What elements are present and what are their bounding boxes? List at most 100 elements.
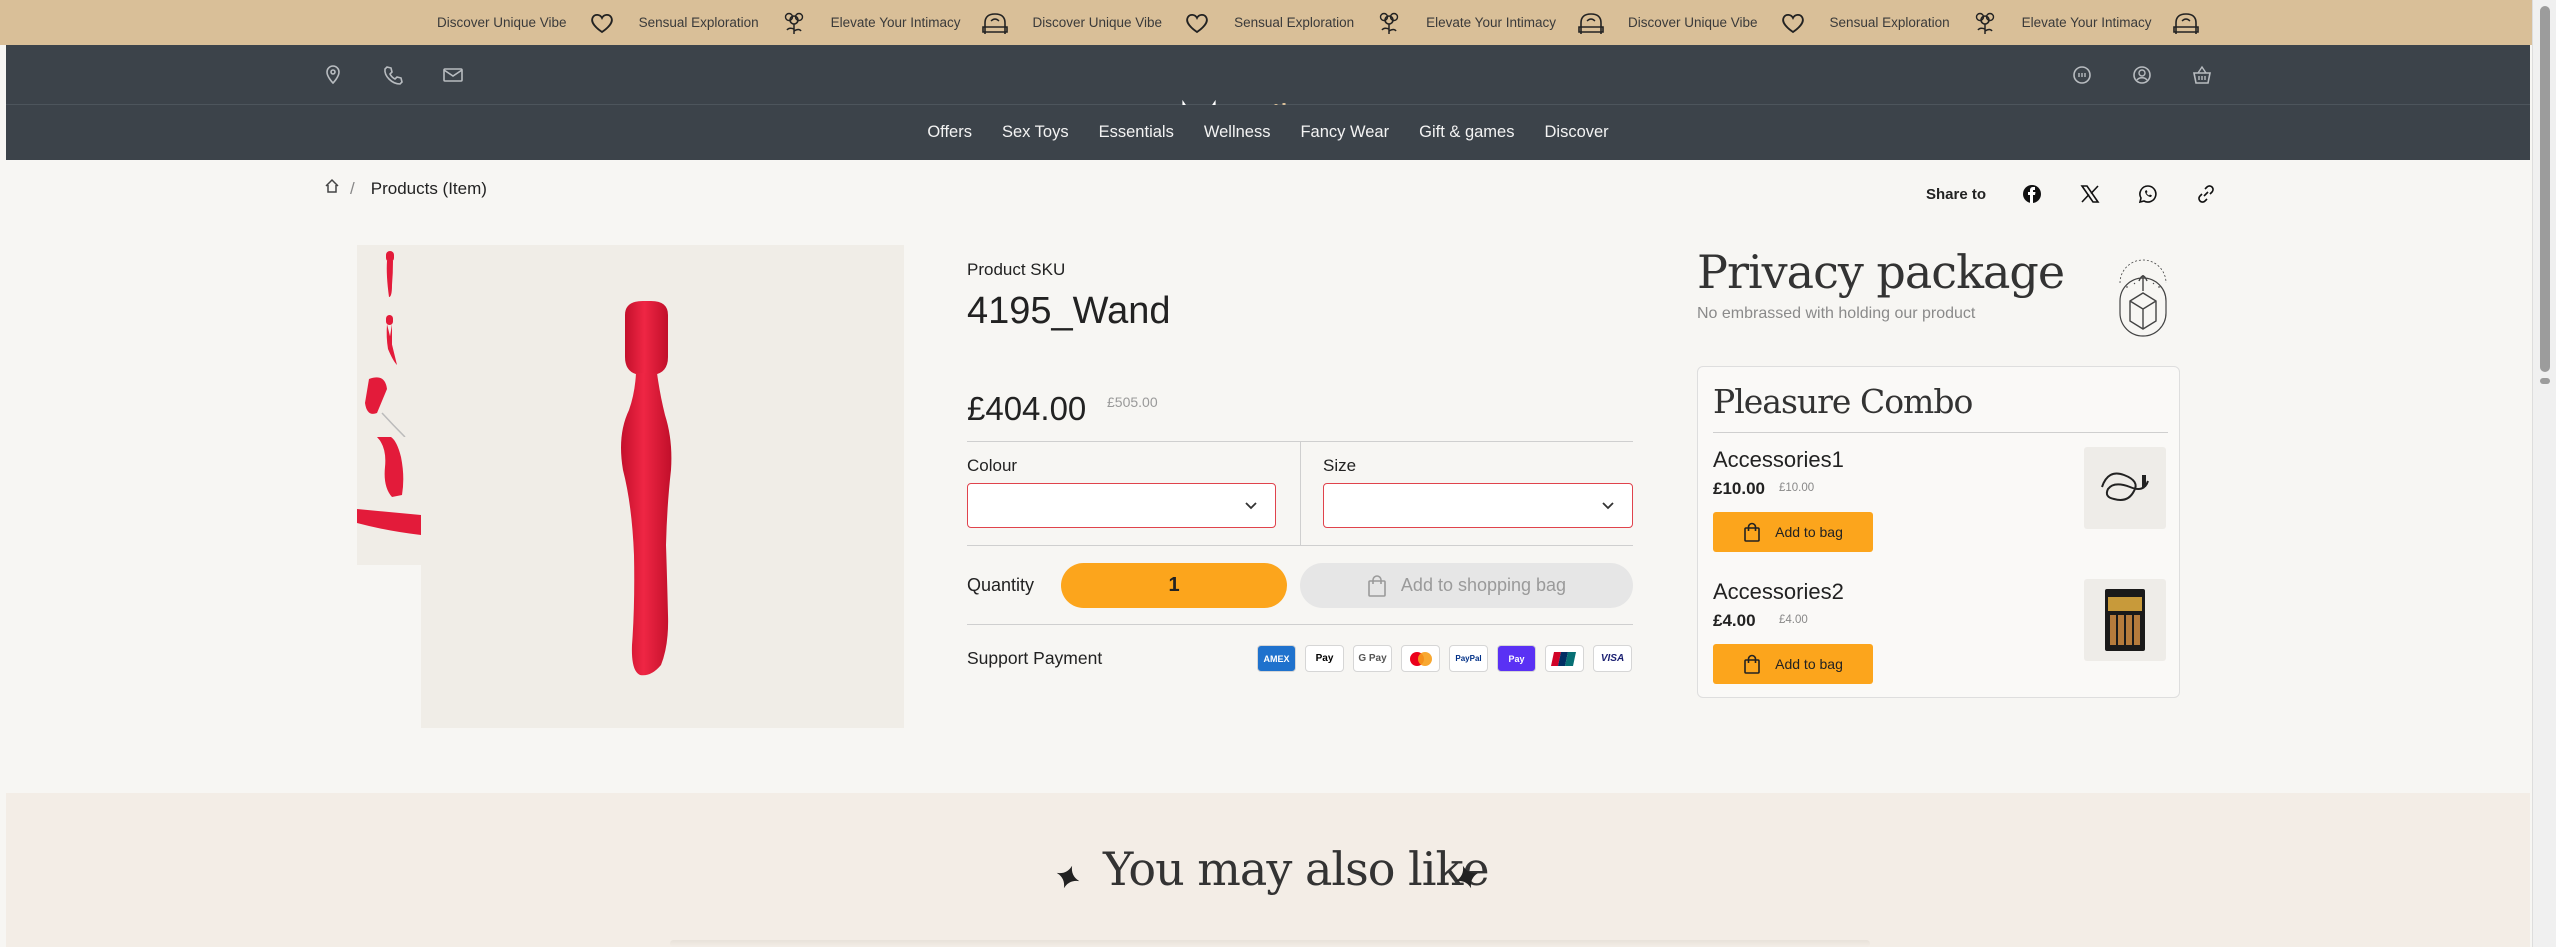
- bed-icon: [1578, 10, 1604, 36]
- add-to-bag-label: Add to bag: [1775, 656, 1843, 672]
- divider: [967, 545, 1633, 546]
- product-thumbnails: [357, 245, 421, 565]
- ticker-item: Sensual Exploration: [1234, 10, 1426, 36]
- link-icon[interactable]: [2192, 180, 2220, 208]
- mastercard-icon: [1401, 645, 1440, 672]
- product-old-price: £505.00: [1107, 394, 1158, 410]
- ticker-item: Elevate Your Intimacy: [1426, 10, 1628, 36]
- ticker-text: Elevate Your Intimacy: [830, 15, 961, 30]
- nav-item-sex-toys[interactable]: Sex Toys: [987, 123, 1084, 142]
- sku-label: Product SKU: [967, 260, 1066, 279]
- whatsapp-icon[interactable]: [2134, 180, 2162, 208]
- header-bar: [6, 45, 2530, 141]
- heart-icon: [1184, 10, 1210, 36]
- thumbnail-2[interactable]: [357, 309, 421, 373]
- page-scrollbar[interactable]: [2532, 0, 2556, 947]
- nav-item-gift-games[interactable]: Gift & games: [1404, 123, 1529, 142]
- accessory-old-price: £4.00: [1779, 614, 1808, 626]
- add-to-bag-button[interactable]: Add to bag: [1713, 644, 1873, 684]
- flower-icon: [1972, 10, 1998, 36]
- product-title: 4195_Wand: [967, 290, 1171, 332]
- ticker-item: Discover Unique Vibe: [1032, 10, 1234, 36]
- ticker-text: Discover Unique Vibe: [1032, 15, 1163, 30]
- privacy-package-title: Privacy package: [1697, 245, 2065, 299]
- breadcrumb: / Products (Item): [324, 178, 487, 199]
- ticker-text: Sensual Exploration: [638, 15, 759, 30]
- combo-title: Pleasure Combo: [1713, 382, 1973, 421]
- ticker-item: Elevate Your Intimacy: [2022, 10, 2224, 36]
- quantity-stepper[interactable]: 1: [1061, 563, 1287, 608]
- scrollbar-thumb[interactable]: [2540, 6, 2550, 372]
- heart-icon: [589, 10, 615, 36]
- scrollbar-thumb-end: [2540, 378, 2550, 384]
- divider: [967, 624, 1633, 625]
- product-price: £404.00: [967, 390, 1087, 427]
- facebook-icon[interactable]: [2018, 180, 2046, 208]
- ticker-text: Discover Unique Vibe: [437, 15, 567, 30]
- breadcrumb-separator: /: [350, 178, 355, 198]
- nav-item-wellness[interactable]: Wellness: [1189, 123, 1286, 142]
- shop-pay-icon: Pay: [1497, 645, 1536, 672]
- ticker-text: Elevate Your Intimacy: [1426, 15, 1556, 30]
- x-icon[interactable]: [2076, 180, 2104, 208]
- accessory-price: £10.00: [1713, 479, 1765, 498]
- divider: [1713, 432, 2168, 433]
- privacy-package-subtitle: No embrassed with holding our product: [1697, 305, 1976, 322]
- sustainable-package-badge-icon: [2112, 243, 2174, 343]
- add-to-shopping-bag-button[interactable]: Add to shopping bag: [1300, 563, 1633, 608]
- chevron-down-icon: [1602, 502, 1614, 510]
- heart-icon: [1780, 10, 1806, 36]
- accessory-image[interactable]: [2084, 447, 2166, 529]
- home-icon[interactable]: [324, 178, 340, 199]
- nav-item-offers[interactable]: Offers: [912, 123, 987, 142]
- ticker-item: Discover Unique Vibe: [437, 10, 639, 36]
- carousel-top-edge: [670, 940, 1870, 947]
- ticker-text: Sensual Exploration: [1829, 15, 1950, 30]
- apple-pay-icon: Pay: [1305, 645, 1344, 672]
- thumbnail-5[interactable]: [357, 501, 421, 565]
- add-to-shopping-bag-label: Add to shopping bag: [1400, 575, 1567, 595]
- bed-icon: [2173, 10, 2200, 36]
- add-to-bag-button[interactable]: Add to bag: [1713, 512, 1873, 552]
- payment-methods: AMEX Pay G Pay PayPal Pay VISA: [1257, 645, 1632, 672]
- colour-select[interactable]: [967, 483, 1276, 528]
- location-icon[interactable]: [320, 62, 346, 88]
- phone-icon[interactable]: [380, 62, 406, 88]
- thumbnail-4[interactable]: [357, 437, 421, 501]
- accessory-image[interactable]: [2084, 579, 2166, 661]
- list-item: Accessories2 £4.00 £4.00 Add to bag: [1713, 579, 2168, 709]
- sparkle-icon: [1055, 864, 1081, 890]
- accessory-name: Accessories2: [1713, 579, 1844, 604]
- chat-icon[interactable]: [2069, 62, 2095, 88]
- ticker-item: Sensual Exploration: [1830, 10, 2022, 36]
- bed-icon: [982, 10, 1009, 36]
- thumbnail-3[interactable]: [357, 373, 421, 437]
- main-nav: Offers Sex Toys Essentials Wellness Fanc…: [6, 105, 2530, 160]
- size-select[interactable]: [1323, 483, 1633, 528]
- nav-item-discover[interactable]: Discover: [1529, 123, 1623, 142]
- accessory-price: £4.00: [1713, 611, 1756, 630]
- ticker-item: Sensual Exploration: [639, 10, 831, 36]
- recommendations-title: You may also like: [1103, 842, 1490, 896]
- product-main-image[interactable]: [421, 245, 904, 728]
- breadcrumb-current: Products (Item): [370, 178, 487, 198]
- paypal-icon: PayPal: [1449, 645, 1488, 672]
- account-icon[interactable]: [2129, 62, 2155, 88]
- ticker-text: Discover Unique Vibe: [1627, 15, 1758, 30]
- amex-icon: AMEX: [1257, 645, 1296, 672]
- nav-item-essentials[interactable]: Essentials: [1084, 123, 1189, 142]
- announcement-ticker: Discover Unique Vibe Sensual Exploration E…: [0, 0, 2556, 45]
- basket-icon[interactable]: [2189, 62, 2215, 88]
- add-to-bag-label: Add to bag: [1775, 524, 1843, 540]
- accessory-name: Accessories1: [1713, 447, 1844, 472]
- bag-icon: [1744, 654, 1760, 674]
- chevron-down-icon: [1245, 502, 1257, 510]
- unionpay-icon: [1545, 645, 1584, 672]
- mail-icon[interactable]: [440, 62, 466, 88]
- ticker-item: Elevate Your Intimacy: [831, 10, 1033, 36]
- size-label: Size: [1323, 456, 1357, 475]
- quantity-label: Quantity: [967, 575, 1035, 595]
- flower-icon: [781, 10, 807, 36]
- nav-item-fancy-wear[interactable]: Fancy Wear: [1285, 123, 1404, 142]
- thumbnail-1[interactable]: [357, 245, 421, 309]
